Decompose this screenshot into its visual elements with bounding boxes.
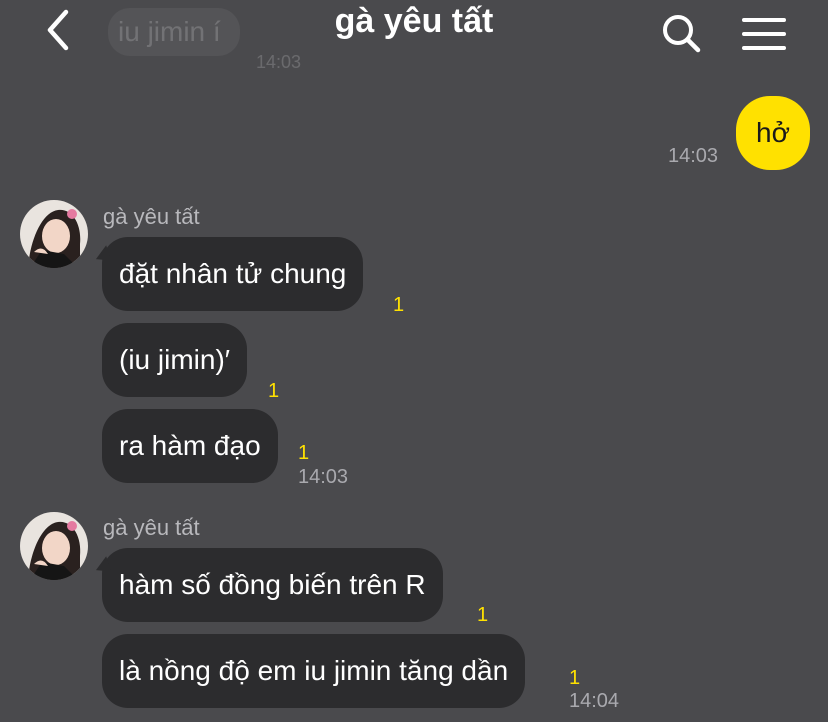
menu-button[interactable] [740,10,788,54]
message-text: ra hàm đạo [119,430,261,461]
incoming-message-bubble[interactable]: là nồng độ em iu jimin tăng dần [102,634,526,708]
sender-avatar[interactable] [20,200,88,268]
search-button[interactable] [660,12,704,56]
search-icon [663,15,701,53]
scrolled-message-text: iu jimin í [118,16,221,47]
unread-count: 1 [477,604,489,626]
message-text: hàm số đồng biến trên R [119,569,426,600]
unread-count: 1 [268,380,280,402]
hamburger-menu-icon [742,18,786,50]
chat-title: gà yêu tất [334,2,494,40]
sender-name: gà yêu tất [103,204,200,229]
outgoing-message-bubble[interactable]: hở [736,96,810,170]
sender-avatar[interactable] [20,512,88,580]
unread-count: 1 [569,667,581,689]
message-time: 14:03 [668,145,719,167]
incoming-message-bubble[interactable]: đặt nhân tử chung [102,237,364,311]
incoming-message-bubble[interactable]: ra hàm đạo [102,409,278,483]
message-text: (iu jimin)′ [119,344,231,375]
back-button[interactable] [38,4,82,52]
incoming-message-bubble[interactable]: (iu jimin)′ [102,323,248,397]
sender-name: gà yêu tất [103,515,200,540]
message-time: 14:04 [569,690,620,712]
message-text: hở [756,117,790,148]
message-time: 14:03 [298,466,349,488]
scrolled-message-time: 14:03 [256,52,302,72]
unread-count: 1 [298,442,310,464]
message-text: là nồng độ em iu jimin tăng dần [119,655,509,686]
chevron-left-icon [47,9,69,51]
unread-count: 1 [393,294,405,316]
incoming-message-bubble[interactable]: hàm số đồng biến trên R [102,548,443,622]
message-text: đặt nhân tử chung [119,258,347,289]
